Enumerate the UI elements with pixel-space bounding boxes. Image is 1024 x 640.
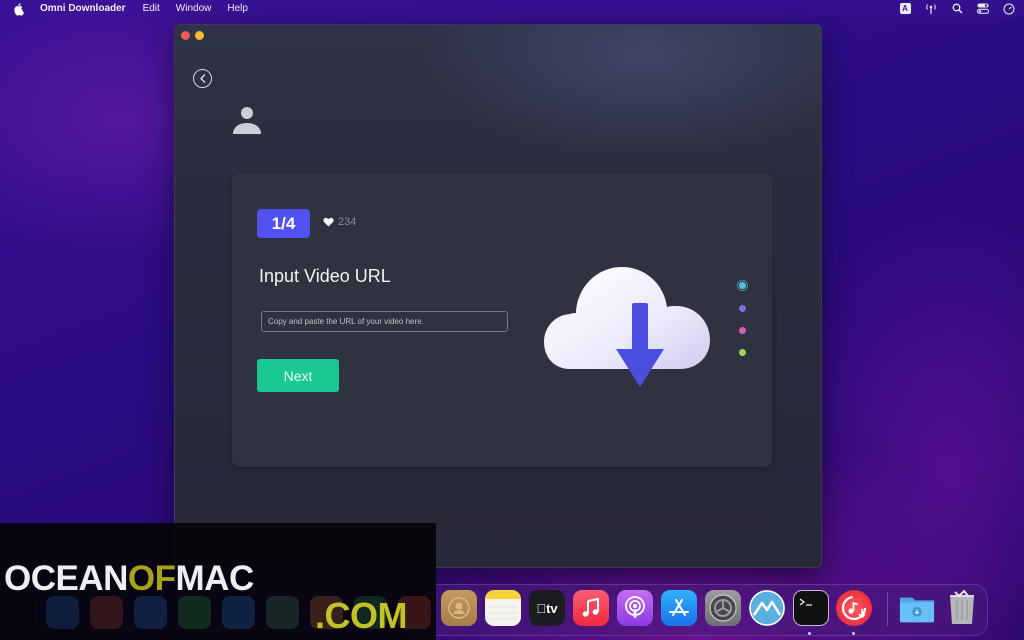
dock-monterey[interactable]: [749, 590, 785, 626]
likes-count: 234: [338, 216, 357, 228]
clock-icon[interactable]: [1002, 3, 1016, 15]
app-store-icon: [669, 599, 689, 616]
step-dot-4[interactable]: [739, 349, 746, 356]
step-card: 1/4 234 Input Video URL Next: [232, 173, 772, 467]
back-button[interactable]: [193, 69, 212, 88]
window-controls: [181, 31, 204, 40]
menu-help[interactable]: Help: [227, 3, 248, 14]
mountains-icon: [749, 590, 785, 626]
omni-running-indicator: [852, 632, 855, 635]
dock-finder[interactable]: [46, 596, 79, 629]
likes-counter[interactable]: 234: [323, 216, 356, 228]
next-button[interactable]: Next: [257, 359, 339, 392]
dock-music[interactable]: [573, 590, 609, 626]
heart-icon: [323, 217, 334, 227]
contacts-icon: [448, 597, 470, 619]
app-window: 1/4 234 Input Video URL Next: [174, 24, 822, 568]
watermark-overlay: OCEANOFMAC .COM: [0, 523, 436, 640]
dock-contacts[interactable]: [441, 590, 477, 626]
dock-separator: [887, 592, 888, 626]
minimize-window-button[interactable]: [195, 31, 204, 40]
dock-messages[interactable]: [178, 596, 211, 629]
dock-safari[interactable]: [134, 596, 167, 629]
dock-omni-downloader[interactable]: [836, 590, 872, 626]
step-dot-1[interactable]: [737, 280, 748, 291]
status-area: A: [898, 0, 1016, 17]
terminal-icon: [799, 598, 812, 606]
trash-icon: [950, 590, 974, 624]
dock-trash[interactable]: [944, 590, 980, 626]
card-title: Input Video URL: [259, 266, 391, 286]
watermark-mac: MAC: [175, 559, 255, 598]
notes-icon: [489, 606, 517, 620]
terminal-running-indicator: [808, 632, 811, 635]
music-note-icon: [582, 597, 599, 617]
apple-tv-icon: : [536, 601, 546, 616]
video-url-input[interactable]: [261, 311, 508, 332]
gear-icon: [709, 594, 737, 622]
step-badge: 1/4: [257, 209, 310, 238]
control-center-icon[interactable]: [976, 3, 990, 15]
chevron-left-icon: [199, 74, 205, 83]
watermark-com: .COM: [315, 595, 408, 636]
dock-tv[interactable]: tv: [529, 590, 565, 626]
dock-downloads-folder[interactable]: [899, 590, 935, 626]
dock-app-store[interactable]: [661, 590, 697, 626]
user-icon[interactable]: [232, 104, 262, 134]
step-dot-2[interactable]: [739, 305, 746, 312]
dock-notes[interactable]: [485, 590, 521, 626]
watermark-of: OF: [127, 559, 176, 598]
tv-label: tv: [541, 600, 558, 616]
podcasts-icon: [625, 596, 645, 618]
watermark-text: OCEANOFMAC: [4, 559, 254, 599]
step-dot-3[interactable]: [739, 327, 746, 334]
apple-menu-icon[interactable]: [14, 2, 28, 16]
menu-bar: Omni Downloader Edit Window Help A: [0, 0, 1024, 17]
input-source-label: A: [899, 3, 911, 14]
downloads-folder-icon: [899, 597, 935, 623]
antenna-icon[interactable]: [924, 3, 938, 15]
step-indicator: [736, 280, 750, 360]
input-source-icon[interactable]: A: [898, 3, 912, 15]
dock-terminal[interactable]: [793, 590, 829, 626]
dock-launchpad[interactable]: [90, 596, 123, 629]
watermark-ocean: OCEAN: [4, 559, 128, 598]
close-window-button[interactable]: [181, 31, 190, 40]
dock-system-preferences[interactable]: [705, 590, 741, 626]
dock-podcasts[interactable]: [617, 590, 653, 626]
search-icon[interactable]: [950, 3, 964, 15]
menu-app-name[interactable]: Omni Downloader: [40, 3, 126, 14]
cloud-download-icon: [544, 267, 710, 387]
menu-edit[interactable]: Edit: [143, 3, 160, 14]
music-download-icon: [841, 595, 867, 621]
menu-window[interactable]: Window: [176, 3, 212, 14]
dock-mail[interactable]: [222, 596, 255, 629]
dock-maps[interactable]: [266, 596, 299, 629]
